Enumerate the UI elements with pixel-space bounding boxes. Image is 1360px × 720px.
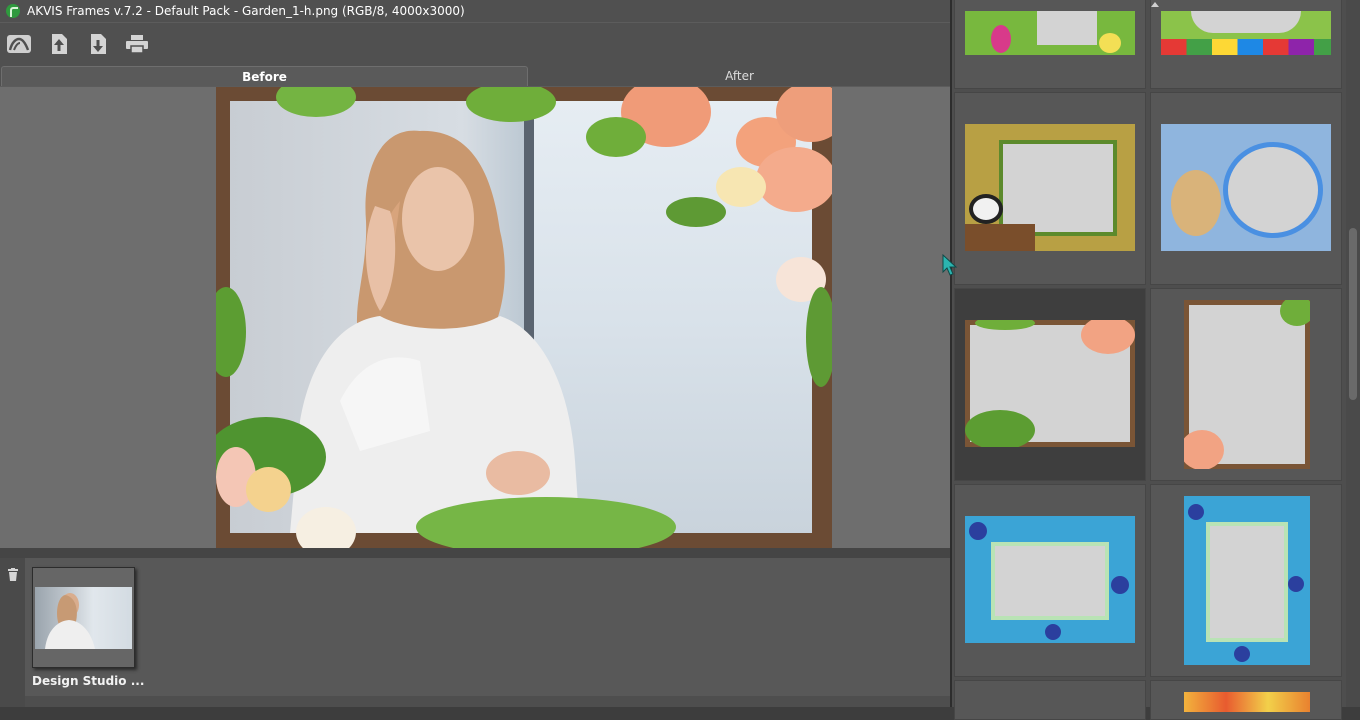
frame-opening: [1037, 11, 1097, 45]
open-button[interactable]: [45, 31, 73, 57]
rose-decoration: [246, 467, 291, 512]
frame-thumbnail: [965, 124, 1135, 251]
status-strip: [25, 696, 950, 707]
frame-thumbnail: [965, 320, 1135, 447]
thumbnail-image: [35, 587, 132, 649]
trash-icon[interactable]: [6, 568, 20, 582]
panel-divider[interactable]: [0, 548, 950, 558]
leaf-decoration: [965, 410, 1035, 447]
home-button[interactable]: [5, 31, 33, 57]
log-decoration: [965, 224, 1035, 251]
image-thumbnail[interactable]: [32, 567, 135, 668]
egg-decoration: [991, 25, 1011, 53]
framed-photo: [216, 87, 832, 549]
frame-opening: [1223, 142, 1323, 238]
batch-panel: Design Studio ...: [0, 558, 950, 707]
save-button[interactable]: [84, 31, 112, 57]
frame-thumbnail: [1161, 124, 1331, 251]
upload-icon: [52, 34, 67, 54]
frame-cell-blueberries-horizontal[interactable]: [954, 484, 1146, 677]
rose-decoration: [756, 147, 832, 212]
blueberry-decoration: [1111, 576, 1129, 594]
frame-thumbnail: [1184, 300, 1310, 469]
frame-cell-blueberries-vertical[interactable]: [1150, 484, 1342, 677]
title-bar: AKVIS Frames v.7.2 - Default Pack - Gard…: [0, 0, 950, 22]
egg-decoration: [1099, 33, 1121, 53]
print-button[interactable]: [123, 31, 151, 57]
blueberry-decoration: [1234, 646, 1250, 662]
scroll-up-arrow-icon[interactable]: [1151, 2, 1159, 7]
printer-icon: [126, 35, 148, 54]
view-tabs: Before After: [0, 64, 950, 86]
panda-decoration: [969, 194, 1003, 224]
frame-thumbnail: [1161, 11, 1331, 55]
frame-library: [952, 0, 1360, 720]
frame-thumbnail: [965, 11, 1135, 55]
tab-before[interactable]: Before: [1, 66, 528, 86]
thumbnail-label: Design Studio ...: [32, 674, 145, 688]
toolbar: [0, 22, 950, 65]
frame-cell-bamboo[interactable]: [954, 92, 1146, 285]
rose-decoration: [1184, 430, 1224, 469]
blueberry-decoration: [1188, 504, 1204, 520]
frame-thumbnail: [1184, 692, 1310, 712]
frame-cell-easter[interactable]: [954, 0, 1146, 89]
frame-cell-garden-horizontal[interactable]: [954, 288, 1146, 481]
image-canvas[interactable]: [0, 86, 950, 549]
frame-opening: [1206, 522, 1288, 642]
download-icon: [91, 34, 106, 54]
scrollbar-thumb[interactable]: [1349, 228, 1357, 400]
frame-thumbnail: [965, 516, 1135, 643]
leaf-decoration: [666, 197, 726, 227]
teddy-bear-decoration: [1171, 170, 1221, 236]
thumbnail-figure: [45, 593, 95, 649]
rose-decoration: [296, 507, 356, 549]
frame-cell-gifts[interactable]: [1150, 0, 1342, 89]
frame-cell-garden-vertical[interactable]: [1150, 288, 1342, 481]
blueberry-decoration: [1288, 576, 1304, 592]
window-title: AKVIS Frames v.7.2 - Default Pack - Gard…: [27, 4, 465, 18]
akvis-home-icon: [7, 35, 31, 53]
frame-opening: [999, 140, 1117, 236]
frame-cell-empty[interactable]: [954, 680, 1146, 720]
frame-cell-teddy[interactable]: [1150, 92, 1342, 285]
batch-sidebar: [0, 558, 25, 707]
frame-opening: [1191, 11, 1301, 33]
akvis-logo-icon: [6, 4, 20, 18]
rose-decoration: [716, 167, 766, 207]
tab-after[interactable]: After: [529, 66, 950, 86]
frame-cell-fruit[interactable]: [1150, 680, 1342, 720]
leaf-decoration: [586, 117, 646, 157]
mouse-cursor-icon: [942, 254, 958, 276]
gift-row: [1161, 39, 1331, 55]
leaf-decoration: [416, 497, 676, 549]
frame-thumbnail: [1184, 496, 1310, 665]
blueberry-decoration: [1045, 624, 1061, 640]
library-scrollbar[interactable]: [1346, 0, 1360, 707]
leaf-decoration: [806, 287, 832, 387]
frame-opening: [991, 542, 1109, 620]
blueberry-decoration: [969, 522, 987, 540]
